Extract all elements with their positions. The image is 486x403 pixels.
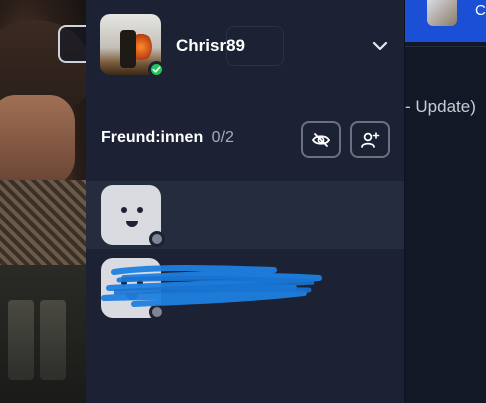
offline-status-dot bbox=[149, 231, 165, 247]
friend-list-item[interactable] bbox=[86, 181, 404, 249]
artwork-face bbox=[0, 95, 75, 185]
friends-label: Freund:innen bbox=[101, 129, 204, 146]
offline-status-dot bbox=[149, 304, 165, 320]
artwork-scarf bbox=[0, 180, 86, 270]
friend-list-item[interactable] bbox=[86, 254, 404, 322]
hide-offline-button[interactable] bbox=[301, 121, 341, 158]
right-header-avatar[interactable] bbox=[427, 0, 457, 26]
right-divider bbox=[405, 46, 486, 47]
right-header-text: C bbox=[475, 2, 486, 19]
add-friend-button[interactable] bbox=[350, 121, 390, 158]
add-friend-icon bbox=[361, 131, 380, 148]
friends-count: 0/2 bbox=[211, 129, 234, 146]
online-status-badge bbox=[148, 61, 165, 78]
artwork-pouch bbox=[8, 300, 34, 380]
artwork-pouch bbox=[40, 300, 66, 380]
right-content-column: C - Update) bbox=[404, 0, 486, 403]
eye-slash-icon bbox=[311, 132, 331, 147]
chevron-down-icon[interactable] bbox=[370, 36, 390, 56]
update-text: - Update) bbox=[405, 97, 476, 116]
check-icon bbox=[152, 66, 161, 73]
user-profile-row[interactable]: Chrisr89 bbox=[86, 0, 404, 92]
friends-panel: Chrisr89 Freund:innen 0/2 bbox=[86, 0, 404, 403]
right-header-bar: C bbox=[405, 0, 486, 42]
friends-section-header: Freund:innen 0/2 bbox=[101, 129, 234, 147]
username: Chrisr89 bbox=[176, 36, 245, 55]
